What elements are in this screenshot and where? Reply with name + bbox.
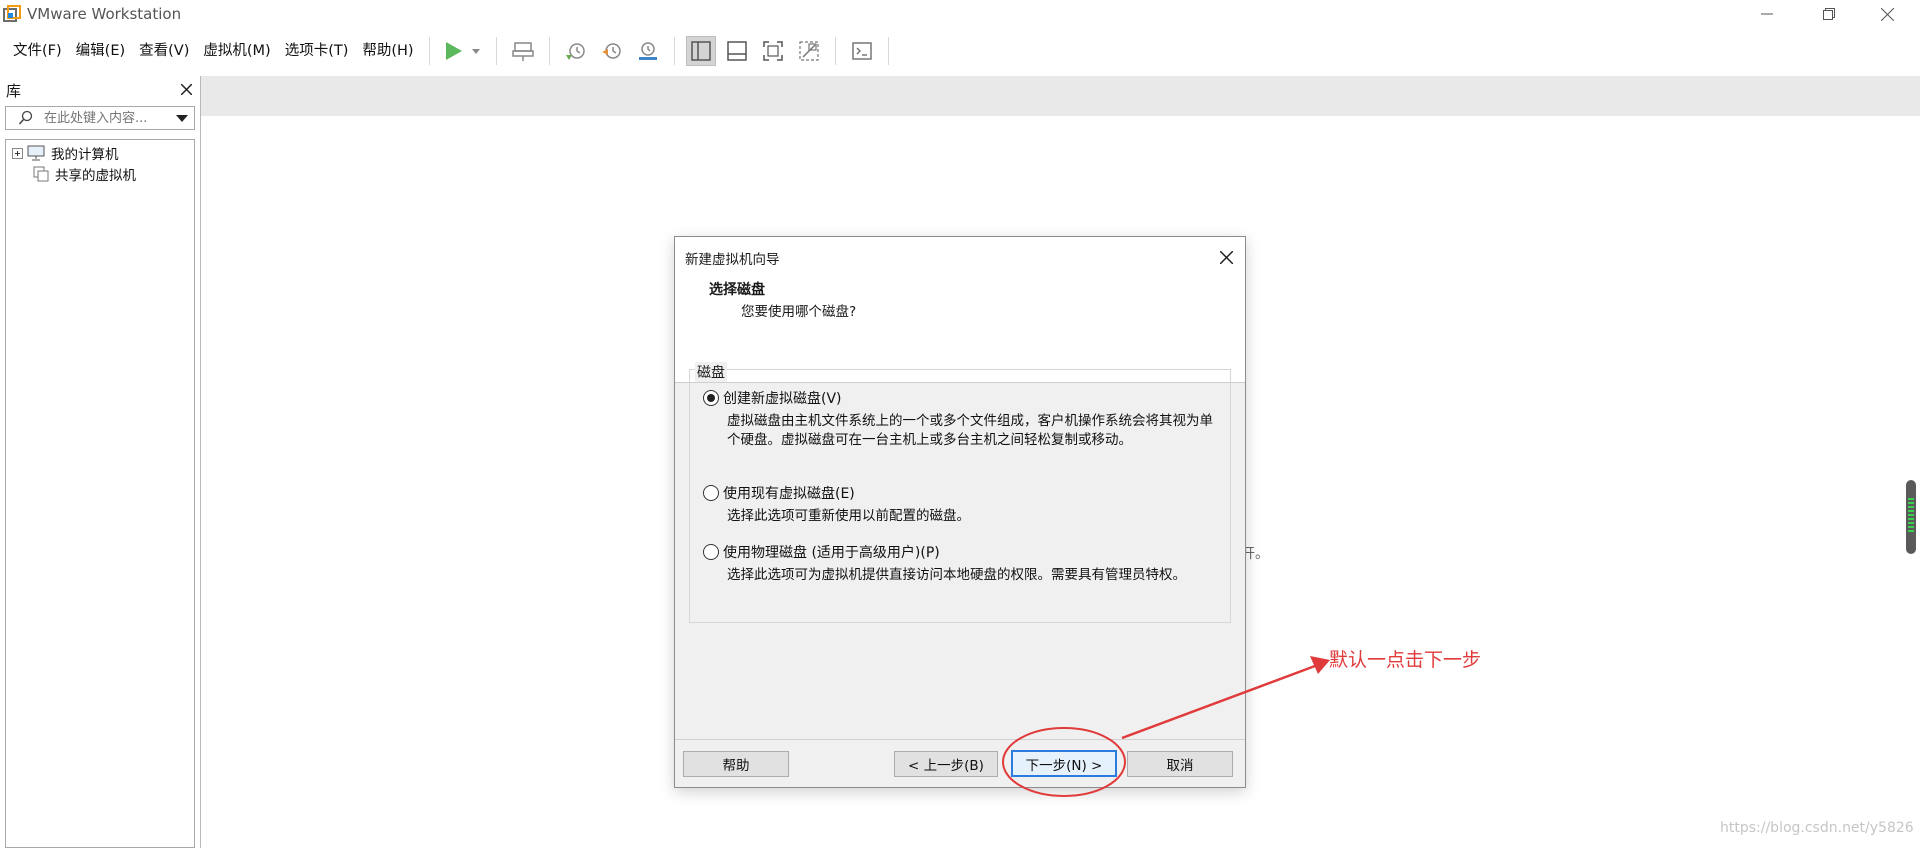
cancel-button[interactable]: 取消 [1127,751,1233,777]
restore-icon [1823,8,1835,20]
toolbar-separator [428,37,430,65]
menu-help[interactable]: 帮助(H) [355,30,420,72]
dialog-title: 新建虚拟机向导 [685,252,780,268]
dialog-header: 选择磁盘 您要使用哪个磁盘? [675,273,1245,383]
menu-file[interactable]: 文件(F) [6,30,69,72]
computer-icon [27,145,45,161]
play-icon [445,42,480,60]
main-tab-strip [200,76,1920,116]
annotation-text: 默认一点击下一步 [1329,649,1482,671]
terminal-icon [851,42,872,60]
watermark: https://blog.csdn.net/y5826 [1720,820,1914,836]
close-icon [180,83,193,96]
close-icon [1219,250,1234,265]
menu-view[interactable]: 查看(V) [132,30,196,72]
menu-tabs[interactable]: 选项卡(T) [278,30,356,72]
dialog-title-bar: 新建虚拟机向导 [675,237,1245,273]
use-existing-disk-label[interactable]: 使用现有虚拟磁盘(E) [723,483,855,503]
snapshot-manager-button[interactable] [633,36,663,66]
snapshot-manager-icon [638,42,657,60]
dialog-heading: 选择磁盘 [709,282,765,298]
toolbar-separator [887,37,889,65]
vmware-logo-icon [3,5,21,22]
full-screen-icon [762,41,783,61]
toolbar-separator [834,37,836,65]
tree-item-label: 共享的虚拟机 [55,168,136,184]
window-title: VMware Workstation [27,5,182,23]
revert-snapshot-icon [601,43,621,59]
library-header: 库 [0,76,198,102]
help-button[interactable]: 帮助 [683,751,789,777]
bottom-panel-icon [726,41,747,61]
close-icon [1880,7,1894,21]
sidebar-layout-icon [690,41,711,61]
library-search-input[interactable] [44,109,169,127]
menu-vm[interactable]: 虚拟机(M) [196,30,277,72]
take-snapshot-button[interactable] [561,36,591,66]
library-title: 库 [6,82,22,100]
minimize-button[interactable] [1738,0,1796,28]
dropdown-arrow-icon[interactable] [176,115,188,123]
library-close-button[interactable] [180,78,193,100]
unity-icon [798,41,819,61]
dialog-footer: 帮助 < 上一步(B) 下一步(N) > 取消 [675,739,1245,787]
revert-snapshot-button[interactable] [597,36,627,66]
library-panel: 库 我的计算机 [0,76,198,848]
expand-icon[interactable] [12,147,23,159]
minimize-icon [1761,13,1773,15]
keyboard-icon [511,42,534,61]
use-physical-disk-description: 选择此选项可为虚拟机提供直接访问本地硬盘的权限。需要具有管理员特权。 [727,567,1186,583]
new-vm-wizard-dialog: 新建虚拟机向导 选择磁盘 您要使用哪个磁盘? 磁盘 创建新虚拟磁盘(V) 虚拟磁… [674,236,1246,788]
shared-vm-icon [33,166,49,182]
library-tree: 我的计算机 共享的虚拟机 [5,139,195,848]
create-new-disk-description: 虚拟磁盘由主机文件系统上的一个或多个文件组成，客户机操作系统会将其视为单个硬盘。… [727,413,1213,448]
toolbar-separator [673,37,675,65]
disk-group-label: 磁盘 [695,362,727,382]
menu-bar: 文件(F) 编辑(E) 查看(V) 虚拟机(M) 选项卡(T) 帮助(H) [0,30,1920,72]
use-existing-disk-description: 选择此选项可重新使用以前配置的磁盘。 [727,508,970,524]
tree-item-label: 我的计算机 [51,147,119,163]
create-new-disk-radio[interactable] [703,390,719,406]
use-physical-disk-radio[interactable] [703,544,719,560]
show-thumbnail-bar-button[interactable] [722,36,752,66]
show-library-button[interactable] [685,36,716,66]
create-new-disk-label[interactable]: 创建新虚拟磁盘(V) [723,388,842,408]
back-button[interactable]: < 上一步(B) [894,751,998,777]
menu-edit[interactable]: 编辑(E) [69,30,132,72]
library-search-box[interactable] [5,106,195,130]
use-existing-disk-radio[interactable] [703,485,719,501]
tree-item-my-computer[interactable]: 我的计算机 [12,143,119,163]
snapshot-icon [565,43,585,60]
dialog-subheading: 您要使用哪个磁盘? [741,304,857,320]
tree-item-shared-vms[interactable]: 共享的虚拟机 [33,164,136,184]
console-view-button[interactable] [847,36,877,66]
full-screen-button[interactable] [758,36,788,66]
toolbar-separator [495,37,497,65]
unity-button[interactable] [794,36,824,66]
dialog-close-button[interactable] [1219,243,1234,269]
restore-button[interactable] [1800,0,1858,28]
next-button[interactable]: 下一步(N) > [1011,750,1117,777]
close-window-button[interactable] [1858,0,1916,28]
power-on-button[interactable] [441,36,485,66]
search-icon [18,110,33,125]
send-ctrl-alt-del-button[interactable] [508,36,538,66]
use-physical-disk-label[interactable]: 使用物理磁盘 (适用于高级用户)(P) [723,542,940,562]
title-bar: VMware Workstation [0,0,1920,28]
scrollbar-thumb[interactable] [1906,480,1916,554]
toolbar-separator [548,37,550,65]
